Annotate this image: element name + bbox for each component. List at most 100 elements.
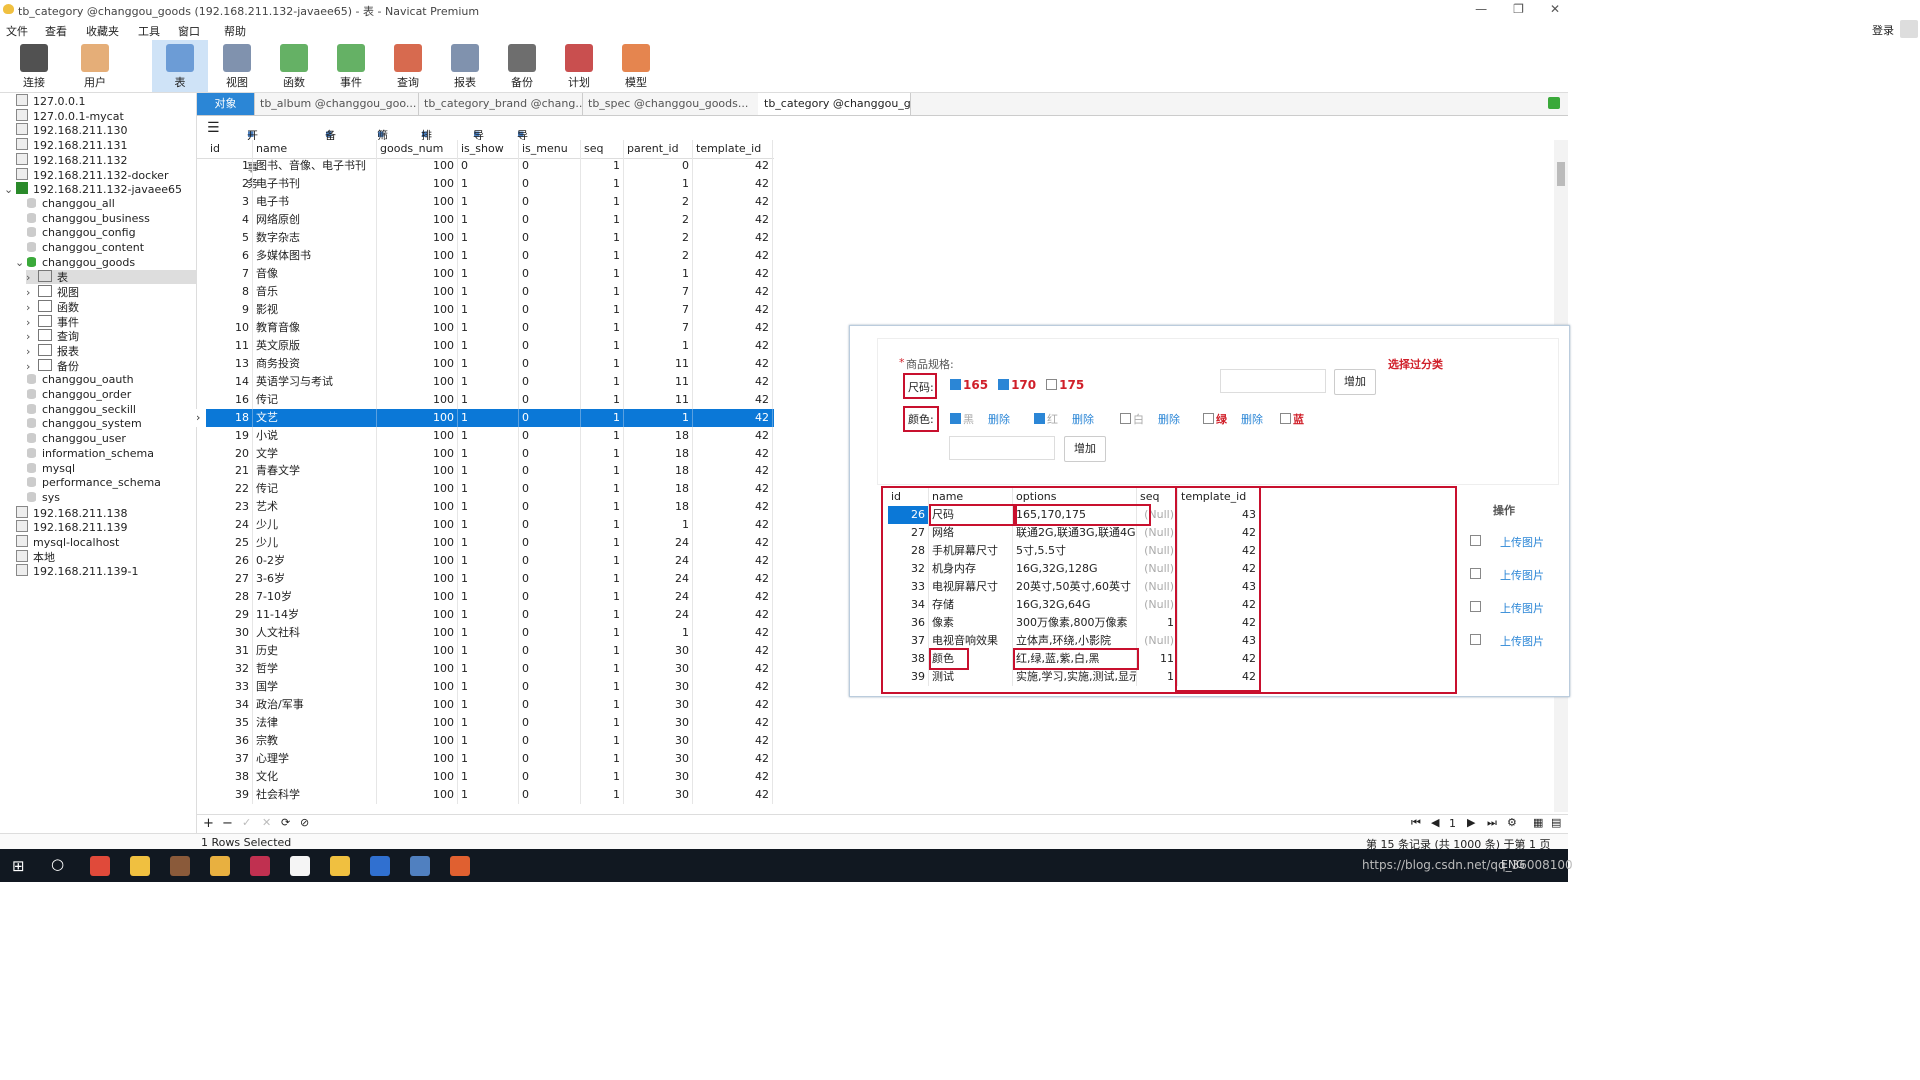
table-row[interactable]: 22 传记 100 1 0 1 18 42 [197, 480, 774, 499]
cell-is_menu[interactable]: 0 [519, 300, 581, 319]
cell-seq[interactable]: 1 [581, 354, 624, 373]
cell-is_menu[interactable]: 0 [519, 462, 581, 481]
spec-cell-id[interactable]: 32 [888, 560, 929, 578]
spec-cell-id[interactable]: 28 [888, 542, 929, 560]
tree-item[interactable]: ⌄ changgou_goods [15, 256, 135, 270]
cell-name[interactable]: 多媒体图书 [253, 246, 377, 265]
windows-start-icon[interactable]: ⊞ [12, 857, 25, 875]
tree-item[interactable]: 192.168.211.131 [4, 138, 127, 152]
cell-name[interactable]: 传记 [253, 390, 377, 409]
cell-id[interactable]: 23 [207, 498, 253, 517]
cell-parent_id[interactable]: 1 [624, 264, 693, 283]
cell-is_show[interactable]: 1 [458, 246, 519, 265]
first-page-icon[interactable]: ⏮ [1411, 816, 1421, 830]
table-row[interactable]: 36 宗教 100 1 0 1 30 42 [197, 732, 774, 751]
cell-is_show[interactable]: 1 [458, 408, 519, 427]
cell-is_show[interactable]: 1 [458, 300, 519, 319]
browser-icon[interactable] [370, 856, 390, 876]
tree-item[interactable]: › 查询 [26, 329, 79, 343]
cell-is_menu[interactable]: 0 [519, 767, 581, 786]
spec-cell-id[interactable]: 36 [888, 614, 929, 632]
cell-template_id[interactable]: 42 [693, 282, 773, 301]
table-row[interactable]: 4 网络原创 100 1 0 1 2 42 [197, 210, 774, 229]
spec-cell-name[interactable]: 机身内存 [929, 560, 1013, 578]
cell-is_menu[interactable]: 0 [519, 174, 581, 193]
spec-cell-seq[interactable]: 11 [1137, 650, 1178, 668]
chevron-icon[interactable]: › [26, 345, 34, 359]
cell-template_id[interactable]: 42 [693, 228, 773, 247]
cell-seq[interactable]: 1 [581, 534, 624, 553]
cell-goods_num[interactable]: 100 [377, 534, 458, 553]
cell-is_show[interactable]: 1 [458, 642, 519, 661]
toolbar-table-button[interactable]: 表 [152, 40, 208, 92]
cell-seq[interactable]: 1 [581, 426, 624, 445]
folder-icon[interactable] [210, 856, 230, 876]
spec-cell-id[interactable]: 33 [888, 578, 929, 596]
cell-id[interactable]: 1 [207, 157, 253, 175]
upload-image-link[interactable]: 上传图片 [1500, 534, 1544, 550]
cell-is_show[interactable]: 1 [458, 336, 519, 355]
cell-seq[interactable]: 1 [581, 606, 624, 625]
cell-template_id[interactable]: 42 [693, 300, 773, 319]
cell-name[interactable]: 历史 [253, 642, 377, 661]
tree-item[interactable]: sys [15, 491, 60, 505]
spec-cell-name[interactable]: 电视屏幕尺寸 [929, 578, 1013, 596]
spec-cell-options[interactable]: 联通2G,联通3G,联通4G,移动 [1013, 524, 1137, 542]
tree-item[interactable]: changgou_config [15, 226, 136, 240]
column-header-parent_id[interactable]: parent_id [624, 140, 693, 158]
cell-id[interactable]: 3 [207, 192, 253, 211]
tree-item[interactable]: › 表 [26, 270, 196, 285]
delete-record-icon[interactable]: − [222, 816, 233, 831]
cell-is_menu[interactable]: 0 [519, 570, 581, 589]
typora-icon[interactable] [290, 856, 310, 876]
upload-checkbox[interactable] [1470, 568, 1481, 579]
cell-goods_num[interactable]: 100 [377, 785, 458, 804]
cell-is_show[interactable]: 1 [458, 462, 519, 481]
cell-seq[interactable]: 1 [581, 264, 624, 283]
tree-item[interactable]: changgou_content [15, 241, 144, 255]
tree-item[interactable]: information_schema [15, 447, 154, 461]
table-row[interactable]: 29 11-14岁 100 1 0 1 24 42 [197, 606, 774, 625]
tree-item[interactable]: mysql [15, 462, 75, 476]
table-row[interactable]: 35 法律 100 1 0 1 30 42 [197, 714, 774, 733]
cell-goods_num[interactable]: 100 [377, 444, 458, 463]
table-row[interactable]: 2 电子书刊 100 1 0 1 1 42 [197, 174, 774, 193]
add-record-icon[interactable]: + [203, 816, 214, 831]
chevron-icon[interactable]: ⌄ [4, 183, 13, 197]
cell-parent_id[interactable]: 30 [624, 732, 693, 751]
tree-item[interactable]: changgou_order [15, 388, 131, 402]
discard-icon[interactable]: ✕ [262, 816, 271, 829]
page-number[interactable]: 1 [1449, 817, 1456, 830]
tree-item[interactable]: 本地 [4, 549, 55, 564]
tree-item[interactable]: 192.168.211.139 [4, 520, 127, 534]
cell-is_menu[interactable]: 0 [519, 552, 581, 571]
column-header-name[interactable]: name [253, 140, 377, 158]
tree-item[interactable]: › 视图 [26, 285, 79, 299]
cell-id[interactable]: 20 [207, 444, 253, 463]
cell-is_menu[interactable]: 0 [519, 192, 581, 211]
table-row[interactable]: 6 多媒体图书 100 1 0 1 2 42 [197, 246, 774, 265]
cell-id[interactable]: 34 [207, 696, 253, 715]
tool-icon[interactable] [450, 856, 470, 876]
table-row[interactable]: 23 艺术 100 1 0 1 18 42 [197, 498, 774, 517]
color-add-button[interactable]: 增加 [1064, 436, 1106, 462]
cell-name[interactable]: 少儿 [253, 516, 377, 535]
cell-goods_num[interactable]: 100 [377, 714, 458, 733]
tree-item[interactable]: › 报表 [26, 343, 79, 359]
table-row[interactable]: 14 英语学习与考试 100 1 0 1 11 42 [197, 372, 774, 391]
cell-goods_num[interactable]: 100 [377, 408, 458, 427]
cell-seq[interactable]: 1 [581, 336, 624, 355]
table-row[interactable]: 9 影视 100 1 0 1 7 42 [197, 300, 774, 319]
table-row[interactable]: 37 心理学 100 1 0 1 30 42 [197, 750, 774, 768]
navicat-icon[interactable] [130, 856, 150, 876]
chevron-icon[interactable]: ⌄ [15, 256, 24, 270]
cell-is_show[interactable]: 1 [458, 570, 519, 589]
cell-is_show[interactable]: 0 [458, 157, 519, 175]
cell-name[interactable]: 心理学 [253, 750, 377, 768]
spec-cell-options[interactable]: 300万像素,800万像素 [1013, 614, 1137, 632]
table-row[interactable]: › 18 文艺 100 1 0 1 1 42 [196, 408, 774, 427]
tree-item[interactable]: › 函数 [26, 299, 79, 314]
settings-icon[interactable]: ⚙ [1507, 816, 1517, 829]
cell-id[interactable]: 32 [207, 660, 253, 679]
cell-parent_id[interactable]: 18 [624, 426, 693, 445]
